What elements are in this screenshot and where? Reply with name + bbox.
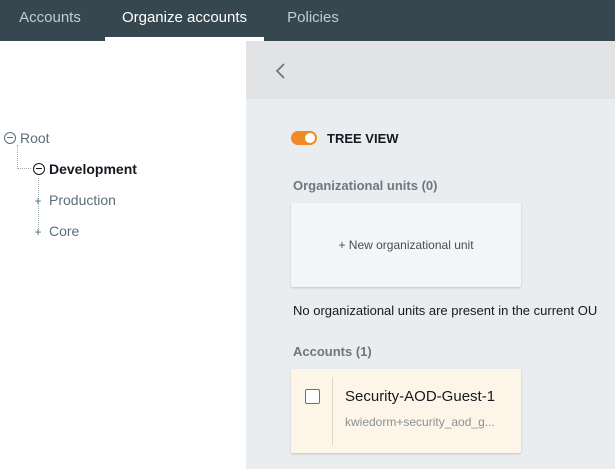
tree-node-label: Development: [49, 161, 137, 177]
empty-ou-message: No organizational units are present in t…: [293, 303, 598, 318]
ou-section-title: Organizational units (0): [293, 178, 438, 193]
plus-icon[interactable]: +: [33, 225, 43, 239]
tree-node-label: Core: [49, 223, 80, 239]
account-checkbox[interactable]: [305, 389, 320, 404]
tab-organize-accounts[interactable]: Organize accounts: [105, 0, 264, 41]
back-button[interactable]: [272, 59, 290, 83]
panel-header: [246, 41, 615, 99]
tab-accounts[interactable]: Accounts: [0, 0, 100, 41]
tree-connector: [17, 145, 31, 169]
account-card[interactable]: Security-AOD-Guest-1 kwiedorm+security_a…: [291, 369, 521, 453]
chevron-left-icon: [275, 63, 285, 79]
tree-node-core[interactable]: + Core: [33, 223, 79, 239]
toggle-knob: [305, 133, 315, 143]
ou-tree: Root Development + Production + Core: [0, 41, 246, 469]
collapse-circle-icon[interactable]: [4, 132, 16, 144]
top-nav: Accounts Organize accounts Policies: [0, 0, 615, 41]
plus-icon[interactable]: +: [33, 194, 43, 208]
tree-node-label: Production: [49, 192, 116, 208]
tree-node-label: Root: [20, 130, 50, 146]
account-email: kwiedorm+security_aod_g...: [345, 415, 495, 429]
collapse-circle-icon[interactable]: [33, 163, 45, 175]
tree-view-toggle[interactable]: [291, 131, 317, 145]
ou-detail-panel: TREE VIEW Organizational units (0) + New…: [246, 41, 615, 469]
accounts-section-title: Accounts (1): [293, 344, 372, 359]
account-name: Security-AOD-Guest-1: [345, 388, 496, 405]
new-ou-button[interactable]: + New organizational unit: [291, 203, 521, 287]
tree-view-label: TREE VIEW: [327, 131, 399, 146]
divider: [332, 377, 333, 445]
tree-node-production[interactable]: + Production: [33, 192, 116, 208]
tree-node-development[interactable]: Development: [33, 161, 137, 177]
tab-policies[interactable]: Policies: [268, 0, 358, 41]
tree-node-root[interactable]: Root: [4, 130, 50, 146]
